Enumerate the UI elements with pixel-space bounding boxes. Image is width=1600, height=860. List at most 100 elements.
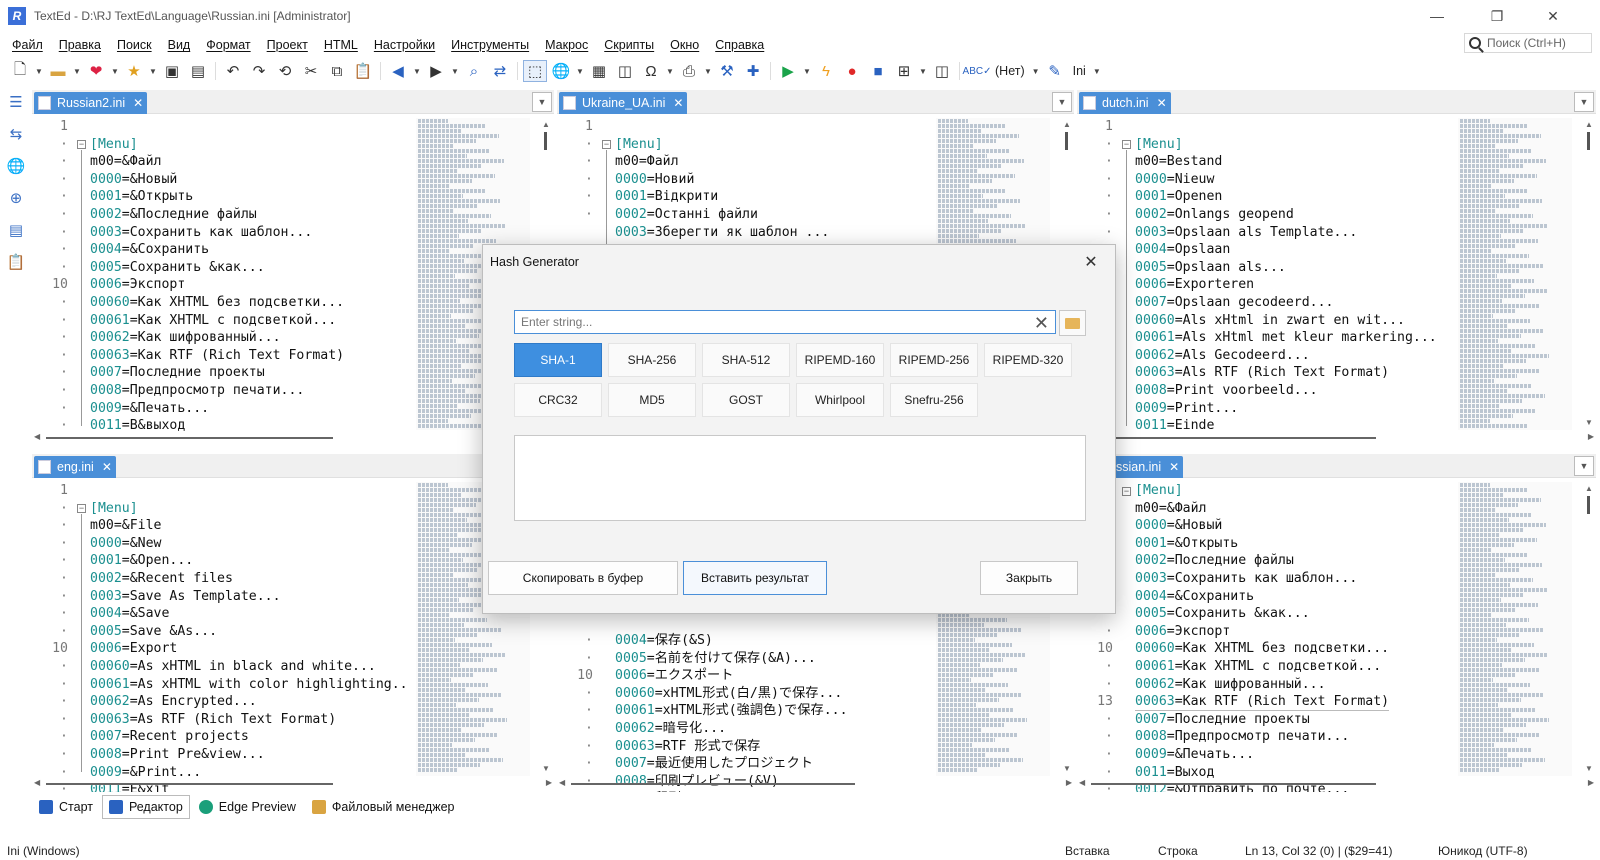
code-line[interactable]: [Menu] bbox=[1135, 482, 1389, 500]
vertical-scrollbar[interactable]: ▲▼ bbox=[1582, 482, 1596, 776]
menu-item[interactable]: Правка bbox=[51, 38, 109, 52]
tab-list-dropdown[interactable]: ▼ bbox=[532, 92, 552, 112]
code-line[interactable]: [Menu] bbox=[90, 136, 344, 154]
document-tab[interactable]: Russian2.ini ✕ bbox=[34, 92, 148, 114]
globe-icon[interactable]: 🌐 bbox=[549, 60, 573, 82]
code-line[interactable]: 0002=&Recent files bbox=[90, 570, 408, 588]
horizontal-scrollbar[interactable]: ◀▶ bbox=[1077, 432, 1596, 444]
code-line[interactable]: 00063=As RTF (Rich Text Format) bbox=[90, 711, 408, 729]
code-line[interactable]: m00=&Файл bbox=[90, 153, 344, 171]
code-line[interactable]: 0009=&Печать... bbox=[90, 400, 344, 418]
hash-algorithm-button[interactable]: SHA-1 bbox=[514, 343, 602, 377]
history-icon[interactable]: ⟲ bbox=[273, 60, 297, 82]
code-line[interactable]: 00062=Als Gecodeerd... bbox=[1135, 347, 1437, 365]
status-insert[interactable]: Вставка bbox=[1065, 844, 1110, 858]
insert-tag-icon[interactable]: ⬚ bbox=[523, 60, 547, 82]
clipboard-icon[interactable]: 📋 bbox=[0, 246, 32, 278]
scroll-thumb[interactable] bbox=[1091, 437, 1376, 439]
code-line[interactable]: 0008=Print voorbeeld... bbox=[1135, 382, 1437, 400]
code-line[interactable]: 0002=Останні файли bbox=[615, 206, 829, 224]
code-line[interactable]: 0007=Recent projects bbox=[90, 728, 408, 746]
menu-item[interactable]: Макрос bbox=[537, 38, 596, 52]
menu-item[interactable]: Инструменты bbox=[443, 38, 537, 52]
code-line[interactable]: 0008=Предпросмотр печати... bbox=[90, 382, 344, 400]
horizontal-scrollbar[interactable]: ◀▶ bbox=[32, 432, 554, 444]
code-line[interactable]: m00=&Файл bbox=[1135, 500, 1389, 518]
fold-toggle-icon[interactable]: − bbox=[1122, 140, 1131, 149]
tab-close-icon[interactable]: ✕ bbox=[1169, 460, 1179, 474]
code-explorer-icon[interactable]: ⇆ bbox=[0, 118, 32, 150]
chevron-down-icon[interactable]: ▼ bbox=[665, 60, 675, 82]
hash-algorithm-button[interactable]: CRC32 bbox=[514, 383, 602, 417]
code-line[interactable]: 0006=エクスポート bbox=[615, 667, 848, 685]
code-area[interactable]: 0004=保存(&S) 0005=名前を付けて保存(&A)... 0006=エクスポ… bbox=[615, 632, 848, 792]
tab-close-icon[interactable]: ✕ bbox=[102, 460, 112, 474]
scroll-thumb[interactable] bbox=[1091, 783, 1376, 785]
copy-icon[interactable]: ⧉ bbox=[325, 60, 349, 82]
code-line[interactable]: 00062=暗号化... bbox=[615, 720, 848, 738]
scroll-up-icon[interactable]: ▲ bbox=[1582, 118, 1596, 132]
scroll-left-icon[interactable]: ◀ bbox=[34, 778, 40, 787]
document-tab[interactable]: Ukraine_UA.ini ✕ bbox=[559, 92, 688, 114]
code-line[interactable]: 0003=Save As Template... bbox=[90, 588, 408, 606]
code-line[interactable]: 0000=&New bbox=[90, 535, 408, 553]
editor-pane[interactable]: eng.ini✕▼1········10········−[Menu]m00=&… bbox=[32, 454, 554, 792]
tab-list-dropdown[interactable]: ▼ bbox=[1574, 92, 1594, 112]
code-line[interactable] bbox=[1135, 118, 1437, 136]
tab-close-icon[interactable]: ✕ bbox=[673, 96, 683, 110]
code-line[interactable]: 0004=保存(&S) bbox=[615, 632, 848, 650]
code-line[interactable]: 0007=Последние проекты bbox=[1135, 711, 1389, 729]
scroll-down-icon[interactable]: ▼ bbox=[1582, 416, 1596, 430]
clear-icon[interactable]: ✕ bbox=[1034, 313, 1049, 334]
chevron-down-icon[interactable]: ▼ bbox=[412, 60, 422, 82]
code-line[interactable]: 00062=Как шифрованный... bbox=[90, 329, 344, 347]
insert-result-button[interactable]: Вставить результат bbox=[683, 561, 827, 595]
code-line[interactable]: 0000=Новий bbox=[615, 171, 829, 189]
minimize-button[interactable]: — bbox=[1414, 0, 1460, 32]
dialog-close-icon[interactable]: ✕ bbox=[1073, 248, 1109, 276]
code-line[interactable]: 00061=Как XHTML с подсветкой... bbox=[90, 312, 344, 330]
hash-algorithm-button[interactable]: RIPEMD-160 bbox=[796, 343, 884, 377]
find-icon[interactable]: ⌕ bbox=[462, 60, 486, 82]
hash-algorithm-button[interactable]: SHA-512 bbox=[702, 343, 790, 377]
scroll-left-icon[interactable]: ◀ bbox=[1079, 778, 1085, 787]
code-line[interactable]: 0000=&Новый bbox=[90, 171, 344, 189]
scroll-right-icon[interactable]: ▶ bbox=[1588, 778, 1594, 787]
code-line[interactable]: 00061=As xHTML with color highlighting.. bbox=[90, 676, 408, 694]
scroll-thumb[interactable] bbox=[571, 783, 855, 785]
paste-icon[interactable]: 📋 bbox=[351, 60, 375, 82]
horizontal-scrollbar[interactable]: ◀▶ bbox=[557, 778, 1074, 790]
maximize-button[interactable]: ❐ bbox=[1474, 0, 1520, 32]
code-line[interactable]: 0003=Сохранить как шаблон... bbox=[90, 224, 344, 242]
code-line[interactable]: 0006=Экспорт bbox=[1135, 623, 1389, 641]
code-line[interactable]: 00062=Как шифрованный... bbox=[1135, 676, 1389, 694]
code-line[interactable]: m00=Файл bbox=[615, 153, 829, 171]
code-line[interactable]: 00063=Как RTF (Rich Text Format) bbox=[1135, 693, 1390, 711]
code-line[interactable]: 0005=名前を付けて保存(&A)... bbox=[615, 650, 848, 668]
code-area[interactable]: [Menu] m00=&Файл 0000=&Новый 0001=&Открыть 0… bbox=[90, 118, 344, 435]
hash-algorithm-button[interactable]: SHA-256 bbox=[608, 343, 696, 377]
code-line[interactable]: 0001=Відкрити bbox=[615, 188, 829, 206]
copy-to-clipboard-button[interactable]: Скопировать в буфер bbox=[488, 561, 678, 595]
code-line[interactable] bbox=[90, 118, 344, 136]
code-line[interactable]: 0005=Сохранить &как... bbox=[1135, 605, 1389, 623]
code-line[interactable]: 00060=Как XHTML без подсветки... bbox=[90, 294, 344, 312]
code-line[interactable]: 00061=xHTML形式(強調色)で保存... bbox=[615, 702, 848, 720]
fold-toggle-icon[interactable]: − bbox=[77, 504, 86, 513]
chevron-down-icon[interactable]: ▼ bbox=[1092, 60, 1102, 82]
save-all-icon[interactable]: ▤ bbox=[186, 60, 210, 82]
search-box[interactable]: Поиск (Ctrl+H) bbox=[1464, 33, 1592, 53]
code-line[interactable]: 0004=Opslaan bbox=[1135, 241, 1437, 259]
menu-item[interactable]: Поиск bbox=[109, 38, 160, 52]
chevron-down-icon[interactable]: ▼ bbox=[918, 60, 928, 82]
scroll-thumb[interactable] bbox=[1587, 496, 1590, 514]
code-line[interactable]: 0001=&Открыть bbox=[1135, 535, 1389, 553]
scroll-right-icon[interactable]: ▶ bbox=[1066, 778, 1072, 787]
tools-icon[interactable]: ⚒ bbox=[715, 60, 739, 82]
code-line[interactable]: m00=&File bbox=[90, 517, 408, 535]
scroll-thumb[interactable] bbox=[46, 437, 333, 439]
tab-edge-preview[interactable]: Edge Preview bbox=[192, 795, 303, 819]
forward-icon[interactable]: ▶ bbox=[424, 60, 448, 82]
hash-algorithm-button[interactable]: Snefru-256 bbox=[890, 383, 978, 417]
save-icon[interactable]: ▣ bbox=[160, 60, 184, 82]
